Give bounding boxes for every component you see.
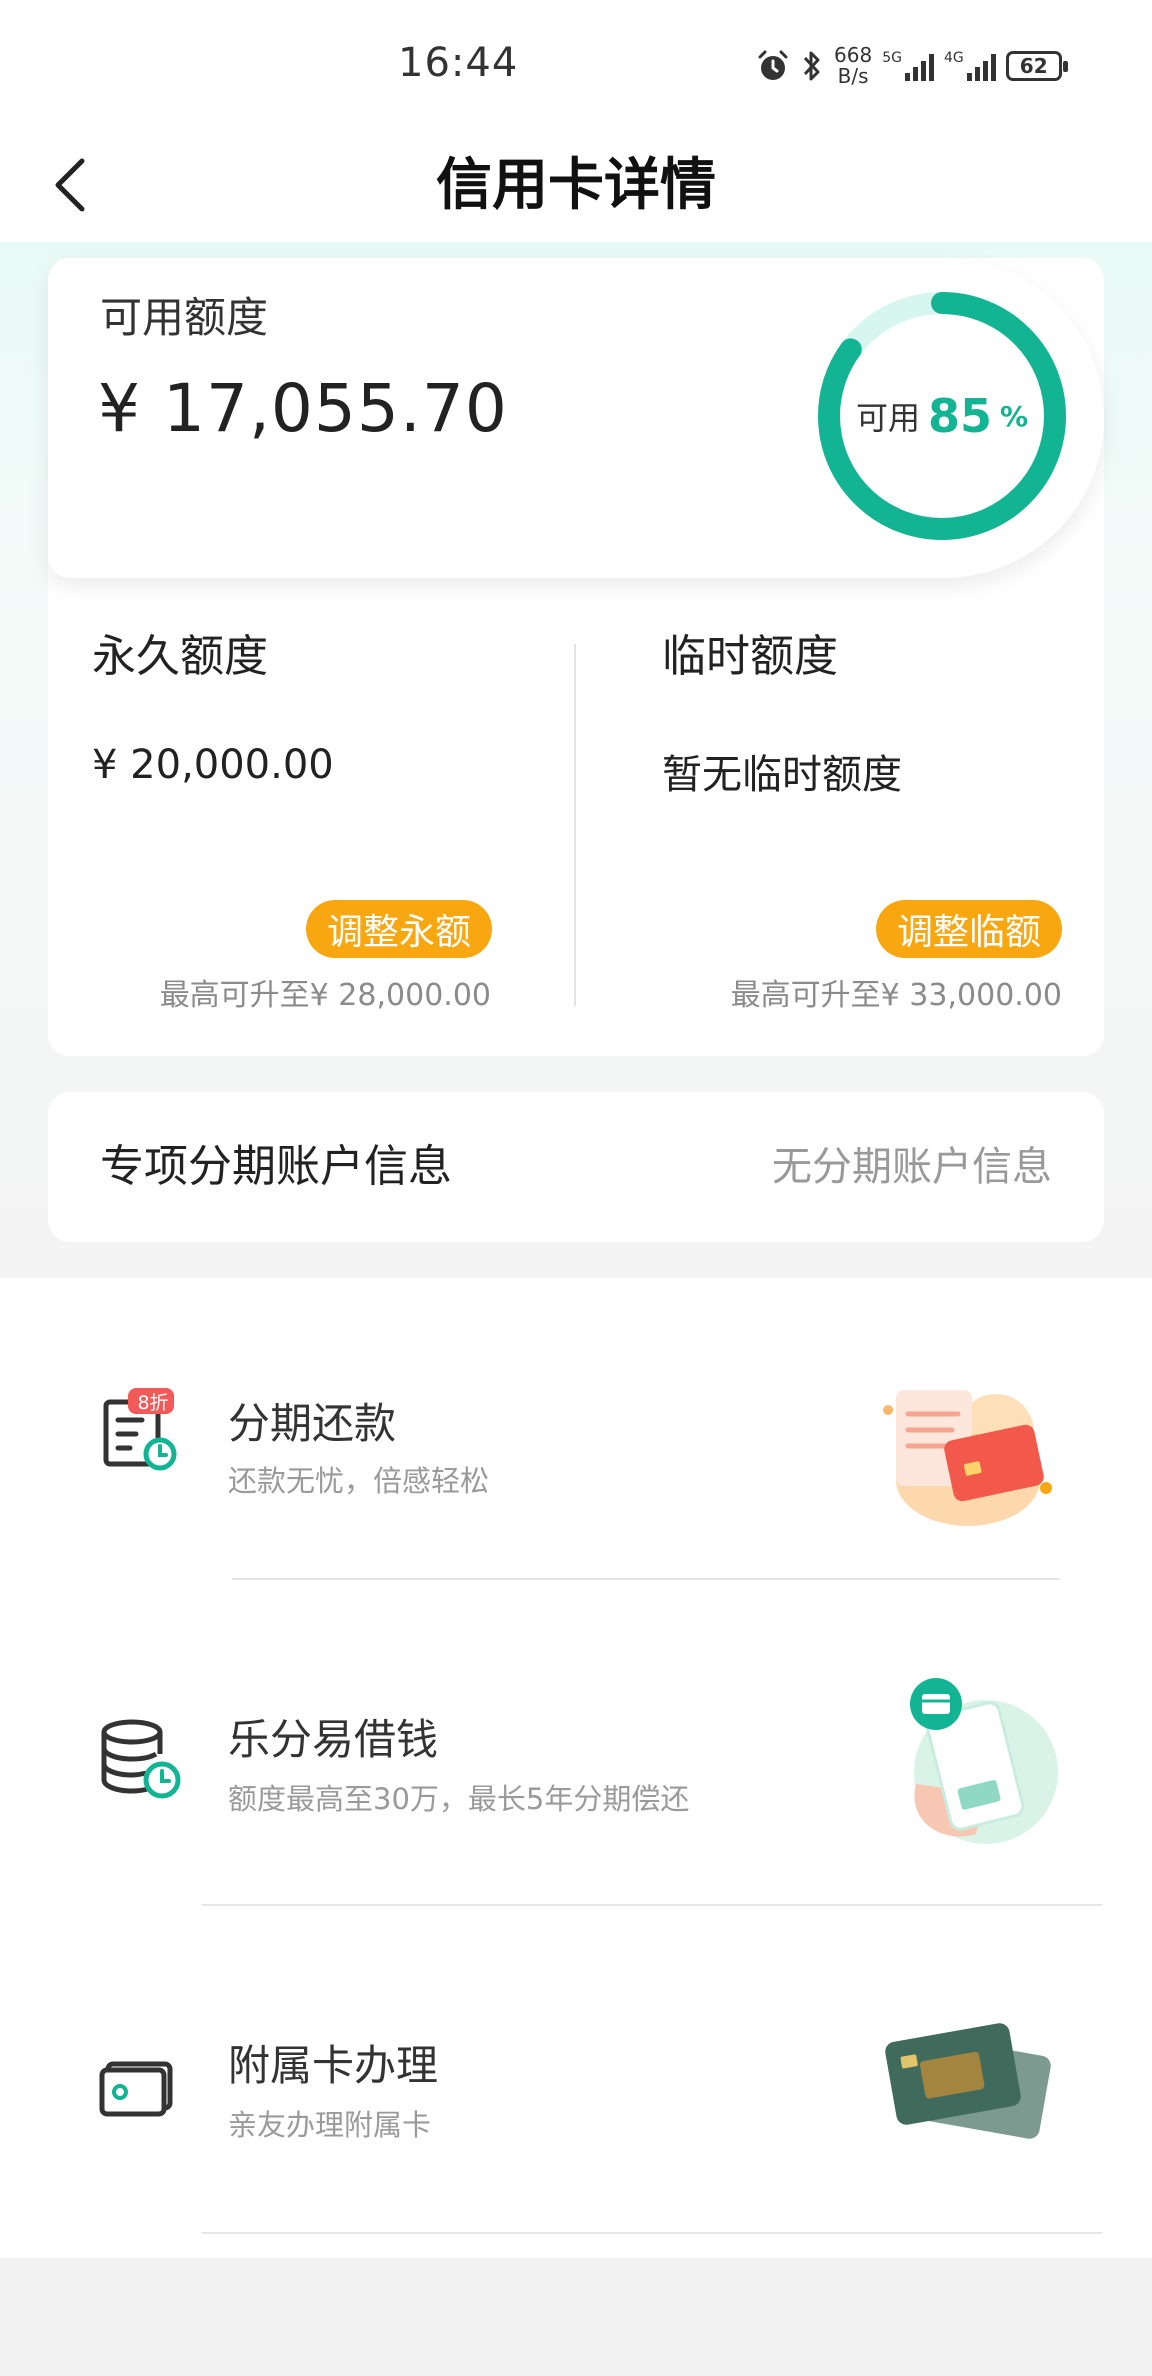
phone-hand-illustration — [910, 1678, 1058, 1844]
temporary-limit: 临时额度 暂无临时额度 — [662, 620, 902, 800]
net-speed-unit: B/s — [837, 64, 869, 88]
service-desc: 额度最高至30万，最长5年分期偿还 — [228, 1782, 690, 1816]
signal-icon: 4G — [944, 51, 996, 81]
status-time: 16:44 — [398, 40, 519, 86]
service-title: 分期还款 — [228, 1399, 397, 1448]
available-amount: ¥ 17,055.70 — [98, 370, 508, 447]
available-credit-card: 可用额度 ¥ 17,055.70 可用 85 % — [48, 258, 1104, 578]
service-desc: 还款无忧，倍感轻松 — [228, 1464, 490, 1498]
special-value: 无分期账户信息 — [772, 1144, 1052, 1190]
adjust-temporary-button[interactable]: 调整临额 — [876, 900, 1062, 958]
adjust-permanent-button[interactable]: 调整永额 — [306, 900, 492, 958]
ring-text: 可用 85 % — [812, 286, 1072, 546]
status-bar: 16:44 668 B/s 5G 4G 62 — [0, 0, 1152, 130]
card-bill-illustration — [883, 1390, 1052, 1526]
row-divider — [202, 1904, 1102, 1906]
service-installment-repayment[interactable]: 8折 分期还款 还款无忧，倍感轻松 — [0, 1278, 1152, 1604]
permanent-title: 永久额度 — [92, 631, 268, 682]
ring-unit: % — [999, 399, 1029, 433]
battery-level: 62 — [1019, 54, 1048, 78]
signal-label-4g: 4G — [943, 50, 964, 66]
permanent-amount: ¥ 20,000.00 — [92, 742, 334, 788]
service-desc: 亲友办理附属卡 — [228, 2108, 432, 2142]
services-list: 8折 分期还款 还款无忧，倍感轻松 乐分易借钱 额度最高至30万，最长5年分期偿… — [0, 1278, 1152, 2258]
temporary-max-text: 最高可升至¥ 33,000.00 — [730, 978, 1062, 1013]
credit-cards-illustration — [885, 2023, 1051, 2139]
signal-label-5g: 5G — [882, 50, 902, 66]
card-icon — [99, 2061, 173, 2117]
bluetooth-icon — [803, 51, 820, 81]
discount-badge: 8折 — [137, 1392, 169, 1414]
available-ring: 可用 85 % — [812, 286, 1072, 546]
service-lefenyi-loan[interactable]: 乐分易借钱 额度最高至30万，最长5年分期偿还 — [0, 1604, 1152, 1930]
coin-stack-clock-icon — [101, 1719, 181, 1799]
header: 信用卡详情 — [0, 130, 1152, 242]
available-label: 可用额度 — [100, 293, 269, 342]
net-speed: 668 B/s — [834, 45, 872, 87]
ring-value: 85 — [927, 389, 992, 443]
special-installment-row[interactable]: 专项分期账户信息 无分期账户信息 — [48, 1092, 1104, 1242]
temporary-amount: 暂无临时额度 — [662, 752, 902, 798]
special-title: 专项分期账户信息 — [100, 1141, 452, 1192]
service-title: 乐分易借钱 — [228, 1715, 439, 1764]
permanent-limit: 永久额度 ¥ 20,000.00 — [92, 620, 334, 788]
page-title: 信用卡详情 — [436, 153, 716, 218]
service-title: 附属卡办理 — [228, 2041, 439, 2090]
permanent-max-text: 最高可升至¥ 28,000.00 — [159, 978, 491, 1013]
battery-icon: 62 — [1005, 51, 1068, 81]
temporary-title: 临时额度 — [662, 631, 838, 682]
status-icons: 668 B/s 5G 4G 62 — [756, 44, 1068, 88]
alarm-icon — [758, 50, 788, 80]
net-speed-value: 668 — [834, 43, 873, 67]
service-supplementary-card[interactable]: 附属卡办理 亲友办理附属卡 — [0, 1930, 1152, 2256]
row-divider — [202, 2232, 1102, 2234]
divider — [574, 644, 576, 1006]
row-divider — [232, 1578, 1060, 1580]
signal-icon: 5G — [882, 51, 934, 81]
ring-label: 可用 — [855, 399, 920, 437]
